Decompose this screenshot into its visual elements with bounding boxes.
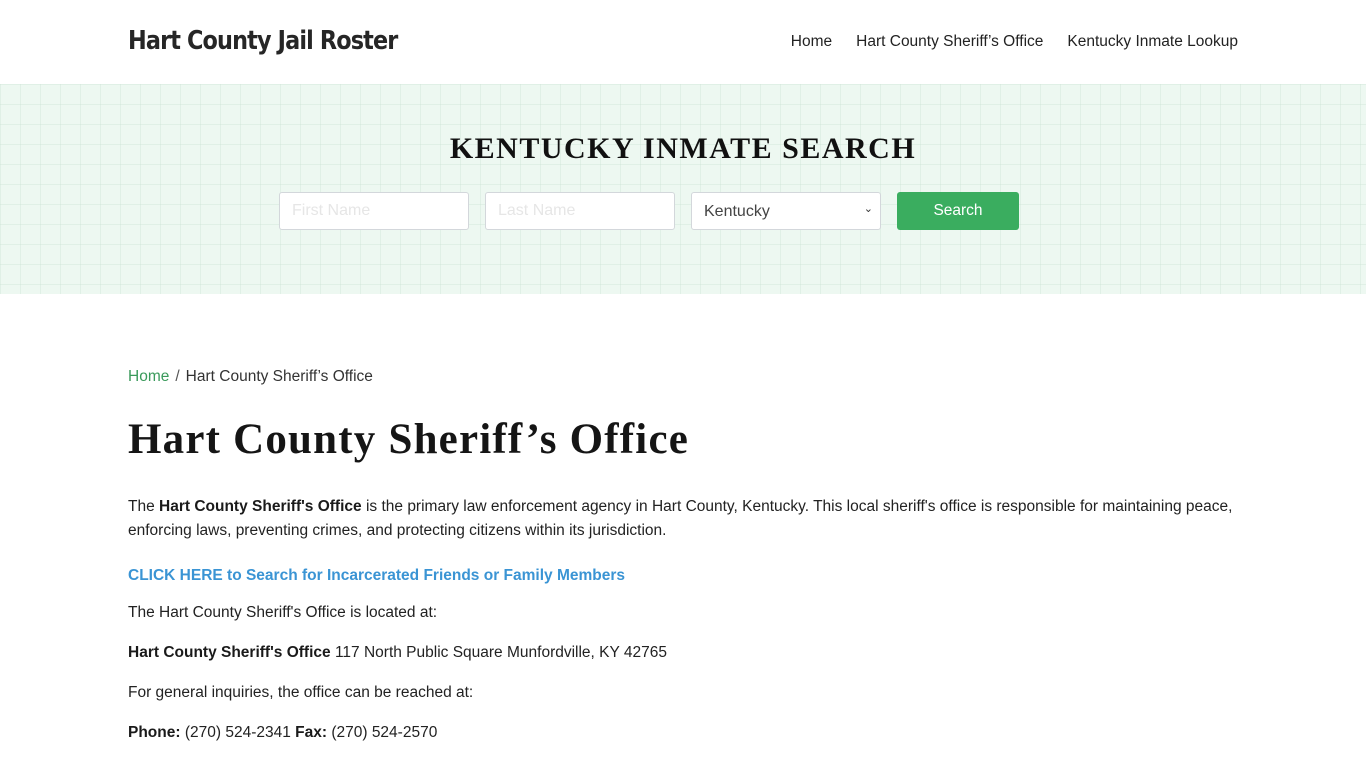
address-paragraph: Hart County Sheriff's Office 117 North P… <box>128 641 1238 665</box>
nav-kentucky-inmate-lookup[interactable]: Kentucky Inmate Lookup <box>1067 33 1238 51</box>
phone-label: Phone: <box>128 724 181 742</box>
breadcrumb-current: Hart County Sheriff’s Office <box>185 368 373 385</box>
last-name-input[interactable] <box>485 192 675 230</box>
first-name-input[interactable] <box>279 192 469 230</box>
address-text: 117 North Public Square Munfordville, KY… <box>330 644 667 662</box>
hero-title: KENTUCKY INMATE SEARCH <box>449 132 917 165</box>
main-nav: Home Hart County Sheriff’s Office Kentuc… <box>791 33 1238 51</box>
nav-sheriffs-office[interactable]: Hart County Sheriff’s Office <box>856 33 1043 51</box>
intro-bold: Hart County Sheriff's Office <box>159 498 362 516</box>
search-inmates-link[interactable]: CLICK HERE to Search for Incarcerated Fr… <box>128 567 1238 585</box>
main-content: Home / Hart County Sheriff’s Office Hart C… <box>128 368 1238 745</box>
inmate-search-hero: KENTUCKY INMATE SEARCH Kentucky ⌄ Search <box>0 84 1366 294</box>
location-intro: The Hart County Sheriff's Office is loca… <box>128 604 438 622</box>
intro-paragraph: The Hart County Sheriff's Office is the … <box>128 495 1238 543</box>
contact-paragraph: Phone: (270) 524-2341 Fax: (270) 524-257… <box>128 721 1238 745</box>
breadcrumb: Home / Hart County Sheriff’s Office <box>128 368 1238 386</box>
fax-label: Fax: <box>295 724 328 742</box>
inquiries-text: For general inquiries, the office can be… <box>128 684 474 702</box>
inmate-search-form: Kentucky ⌄ Search <box>279 192 1019 230</box>
address-office-name: Hart County Sheriff's Office <box>128 644 331 662</box>
search-button[interactable]: Search <box>897 192 1019 230</box>
state-select-wrapper: Kentucky ⌄ <box>691 192 881 230</box>
nav-home[interactable]: Home <box>791 33 832 51</box>
phone-number: (270) 524-2341 <box>180 724 296 742</box>
breadcrumb-separator: / <box>175 368 180 385</box>
site-header: Hart County Jail Roster Home Hart County… <box>0 0 1366 84</box>
fax-number: (270) 524-2570 <box>327 724 438 742</box>
state-select[interactable]: Kentucky <box>691 192 881 230</box>
page-title: Hart County Sheriff’s Office <box>128 416 690 463</box>
breadcrumb-home[interactable]: Home <box>128 368 169 385</box>
intro-prefix: The <box>128 498 160 516</box>
site-logo[interactable]: Hart County Jail Roster <box>128 26 398 56</box>
